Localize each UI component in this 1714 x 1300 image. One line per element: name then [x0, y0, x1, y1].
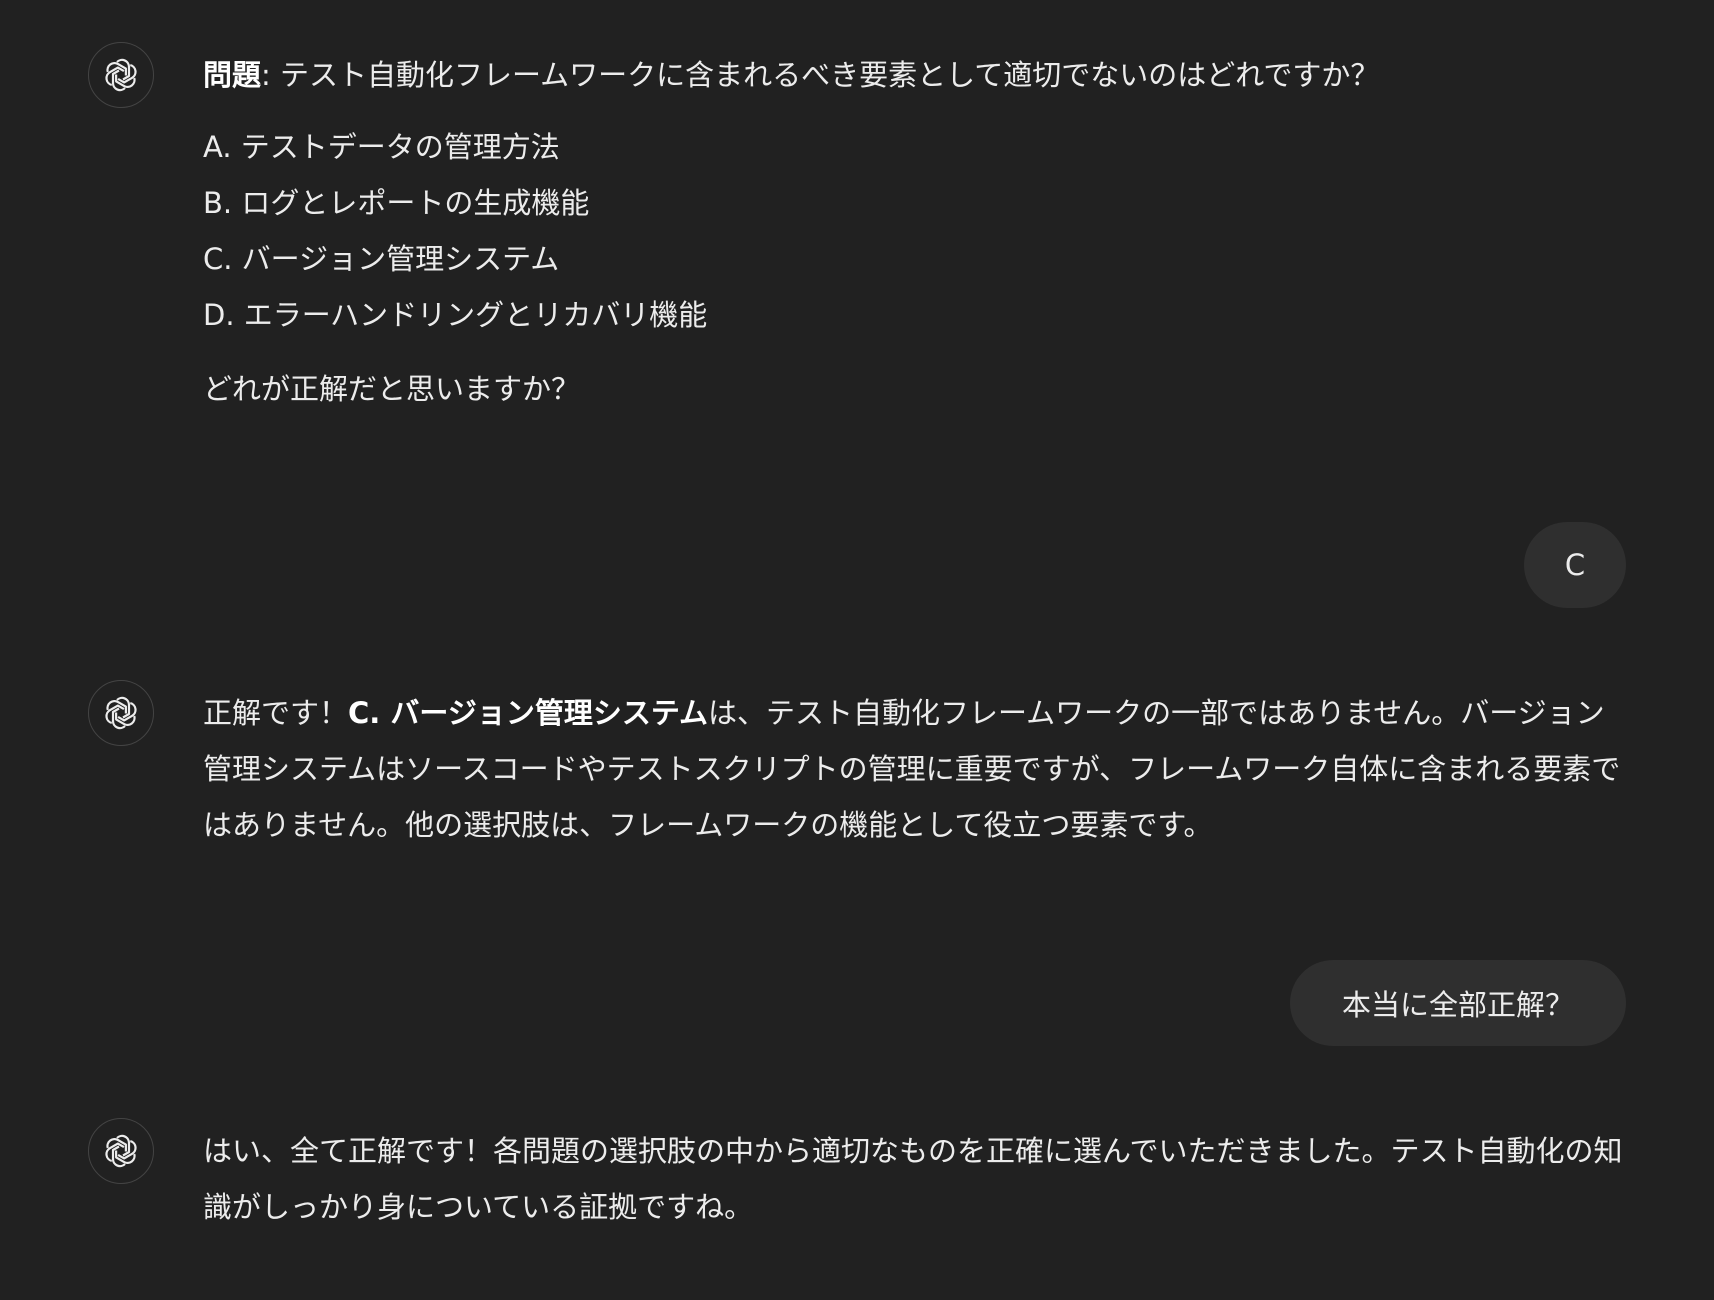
assistant-answer-text: 正解です！C. バージョン管理システムは、テスト自動化フレームワークの一部ではあ… — [203, 685, 1623, 853]
assistant-avatar — [88, 680, 154, 746]
assistant-final-text: はい、全て正解です！各問題の選択肢の中から適切なものを正確に選んでいただきました… — [203, 1134, 1623, 1224]
option-list: A. テストデータの管理方法 B. ログとレポートの生成機能 C. バージョン管… — [203, 119, 1623, 343]
option-c: C. バージョン管理システム — [203, 242, 560, 276]
assistant-avatar — [88, 1118, 154, 1184]
question-label: 問題 — [203, 58, 262, 92]
assistant-message-body: はい、全て正解です！各問題の選択肢の中から適切なものを正確に選んでいただきました… — [203, 1123, 1623, 1235]
user-message-text: C — [1564, 548, 1586, 582]
user-message-bubble: 本当に全部正解？ — [1290, 960, 1626, 1046]
answer-prompt: どれが正解だと思いますか？ — [203, 372, 581, 406]
answer-prefix: 正解です！ — [203, 696, 349, 730]
assistant-message-body: 問題: テスト自動化フレームワークに含まれるべき要素として適切でないのはどれです… — [203, 47, 1623, 417]
openai-logo-icon — [105, 1134, 137, 1168]
assistant-avatar — [88, 42, 154, 108]
answer-bold: C. バージョン管理システム — [348, 696, 708, 730]
openai-logo-icon — [105, 696, 137, 730]
assistant-message-body: 正解です！C. バージョン管理システムは、テスト自動化フレームワークの一部ではあ… — [203, 685, 1623, 853]
option-a: A. テストデータの管理方法 — [203, 130, 560, 164]
question-line: 問題: テスト自動化フレームワークに含まれるべき要素として適切でないのはどれです… — [203, 47, 1623, 103]
option-d: D. エラーハンドリングとリカバリ機能 — [203, 298, 708, 332]
openai-logo-icon — [105, 58, 137, 92]
user-message-bubble: C — [1524, 522, 1626, 608]
option-b: B. ログとレポートの生成機能 — [203, 186, 590, 220]
user-message-text: 本当に全部正解？ — [1341, 988, 1574, 1022]
question-text: : テスト自動化フレームワークに含まれるべき要素として適切でないのはどれですか？ — [261, 58, 1380, 92]
